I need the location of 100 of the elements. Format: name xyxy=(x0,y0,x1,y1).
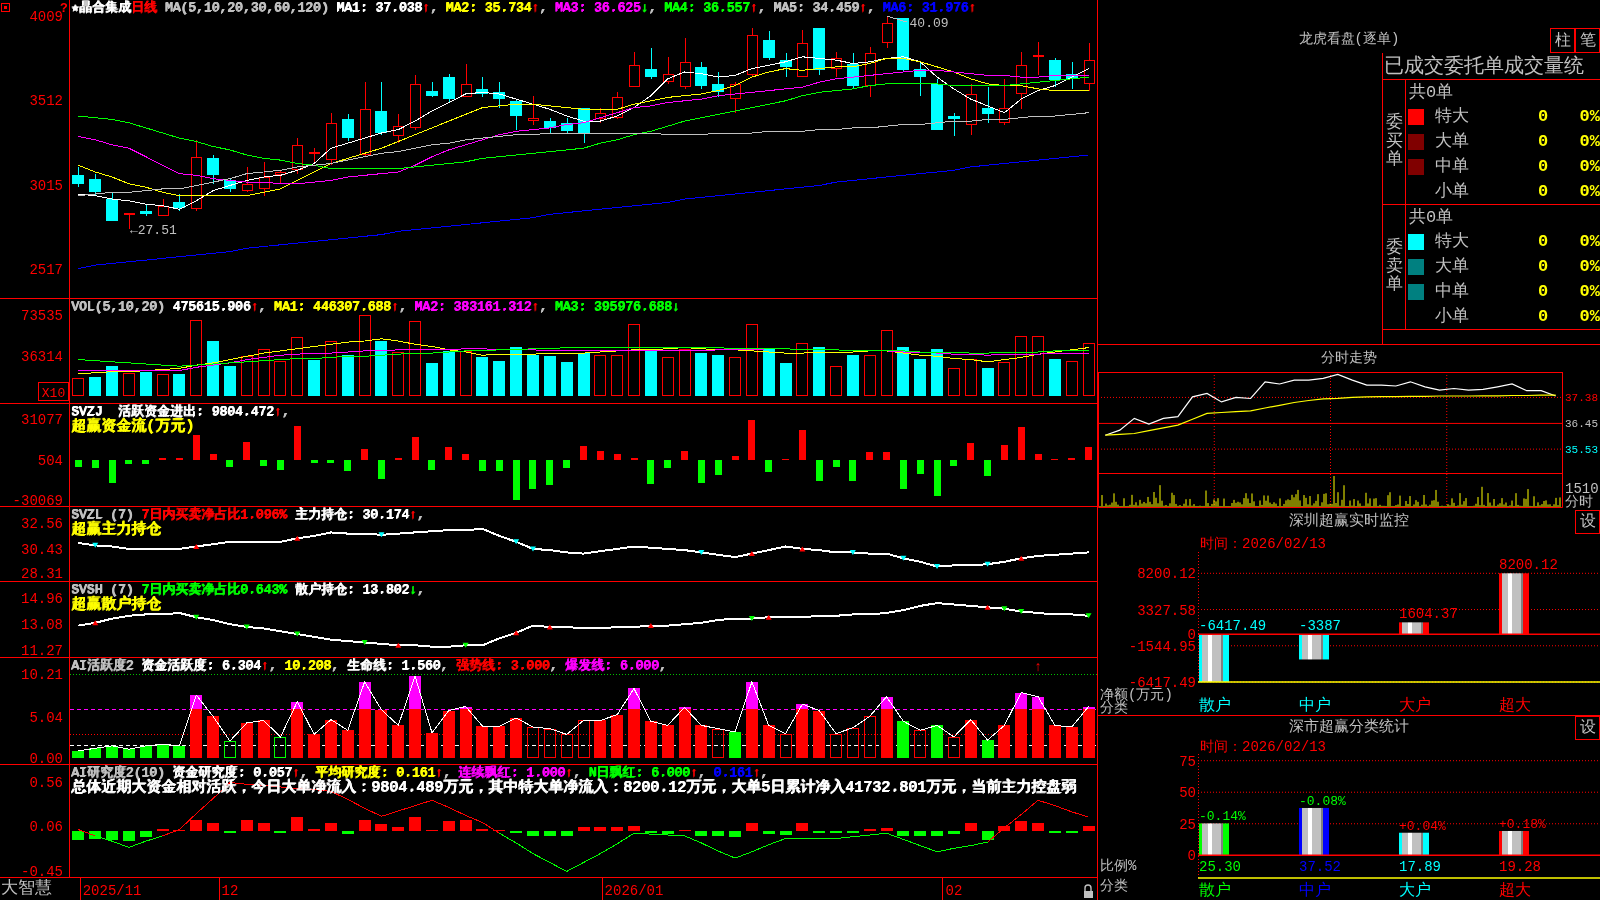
category-label: 中户 xyxy=(1299,697,1331,715)
flow-bar xyxy=(917,460,924,474)
flow-bar xyxy=(833,460,840,467)
activity-bar xyxy=(695,725,707,758)
research-bar xyxy=(662,831,674,834)
axis-label: 4009 xyxy=(29,9,63,26)
settings-button[interactable]: 设 xyxy=(1575,716,1600,740)
triangle-marker xyxy=(748,551,755,557)
volume-bar xyxy=(157,374,169,396)
candlestick xyxy=(158,198,169,217)
triangle-marker xyxy=(294,631,301,637)
order-count: 0 xyxy=(1536,256,1550,279)
flow-bar xyxy=(681,451,688,460)
candlestick xyxy=(1033,41,1044,76)
order-type-label: 中单 xyxy=(1435,156,1470,179)
y-axis-title: X10 xyxy=(41,386,66,401)
activity-bar xyxy=(443,711,455,758)
order-share: 0% xyxy=(1578,156,1600,179)
volume-bar xyxy=(578,353,590,396)
axis-title: 比例% xyxy=(1100,858,1137,874)
category-label: 超大 xyxy=(1499,697,1531,715)
triangle-marker xyxy=(799,546,806,552)
legend-text: , xyxy=(572,765,581,780)
candlestick xyxy=(882,15,893,49)
volume-bar xyxy=(460,351,472,396)
candlestick xyxy=(578,107,590,144)
mode-button[interactable]: 柱 xyxy=(1550,28,1575,53)
flow-bar xyxy=(529,460,536,489)
settings-button[interactable]: 设 xyxy=(1575,510,1600,534)
legend-text: MA1: 446307.688 xyxy=(273,299,391,314)
flow-bar xyxy=(496,460,503,471)
triangle-marker xyxy=(984,604,991,610)
volume-bar xyxy=(813,347,825,396)
volume-bar xyxy=(982,368,994,396)
bar-chart-bar xyxy=(1499,573,1529,635)
category-label: 大户 xyxy=(1399,697,1431,715)
volume-bar xyxy=(611,355,623,396)
flow-bar xyxy=(698,460,705,483)
flow-bar xyxy=(563,460,570,468)
triangle-marker xyxy=(647,623,654,629)
category-label: 散户 xyxy=(1199,697,1231,715)
trend-arrow: ↓ xyxy=(409,582,417,597)
axis-label: 0 xyxy=(1187,848,1196,865)
volume-bar xyxy=(493,361,505,396)
axis-label: 0.56 xyxy=(29,774,63,791)
axis-label: 25 xyxy=(1179,816,1196,833)
legend-text: , xyxy=(268,658,278,673)
research-bar xyxy=(392,827,404,831)
signal-arrow: ↑ xyxy=(1033,659,1043,675)
legend-text: 资金活跃度: 6.304 xyxy=(141,658,261,673)
flow-bar xyxy=(210,454,217,460)
candlestick xyxy=(1016,51,1027,110)
candlestick xyxy=(259,161,270,197)
candlestick xyxy=(645,47,657,80)
activity-bar xyxy=(982,740,994,758)
triangle-marker xyxy=(395,642,402,648)
trend-arrow: ↑ xyxy=(273,404,282,419)
flow-bar xyxy=(428,460,435,470)
candlestick xyxy=(493,81,505,109)
volume-bar xyxy=(897,347,909,396)
volume-bar xyxy=(948,368,960,396)
research-bar xyxy=(578,827,590,831)
mode-button[interactable]: 笔 xyxy=(1575,28,1600,53)
price-annotation: ←27.51 xyxy=(129,223,177,239)
research-bar xyxy=(342,831,354,834)
table-title: 已成交委托单成交量统 xyxy=(1383,53,1600,80)
order-share: 0% xyxy=(1578,256,1600,279)
flow-bar xyxy=(950,460,957,466)
activity-bar xyxy=(493,726,505,758)
flow-bar xyxy=(243,442,250,460)
research-bar xyxy=(460,820,472,831)
volume-bar xyxy=(72,378,84,396)
change-label: -0.08% xyxy=(1299,793,1346,809)
axis-title: 分时 xyxy=(1565,494,1593,510)
bar-chart-bar xyxy=(1299,807,1329,856)
triangle-marker xyxy=(984,561,991,567)
flow-bar xyxy=(479,460,486,471)
trend-arrow: ↑ xyxy=(531,0,540,15)
order-count: 0 xyxy=(1536,305,1550,328)
axis-label: 5.04 xyxy=(29,709,63,726)
triangle-marker xyxy=(294,535,301,541)
flow-bar xyxy=(327,460,334,463)
candlestick xyxy=(780,52,792,78)
candlestick xyxy=(461,63,472,98)
legend-text: MA2: 383161.312 xyxy=(414,299,532,314)
legend-text: , xyxy=(757,0,767,15)
value-label: 25.30 xyxy=(1199,859,1241,876)
candlestick xyxy=(680,37,691,90)
flow-bar xyxy=(109,460,116,483)
axis-label: 10.21 xyxy=(21,667,63,684)
axis-label: 31077 xyxy=(21,412,63,429)
activity-bar xyxy=(325,720,337,758)
triangle-marker xyxy=(748,616,755,622)
date-label: 2025/11 xyxy=(82,883,142,899)
legend-text: 超赢资金流(万元) xyxy=(71,418,194,435)
axis-label: 50 xyxy=(1179,785,1196,802)
order-type-label: 小单 xyxy=(1435,305,1470,328)
legend-text: , xyxy=(416,507,425,522)
legend-text: 7日内买卖净占比0.643% xyxy=(141,582,287,597)
candlestick xyxy=(595,107,606,124)
